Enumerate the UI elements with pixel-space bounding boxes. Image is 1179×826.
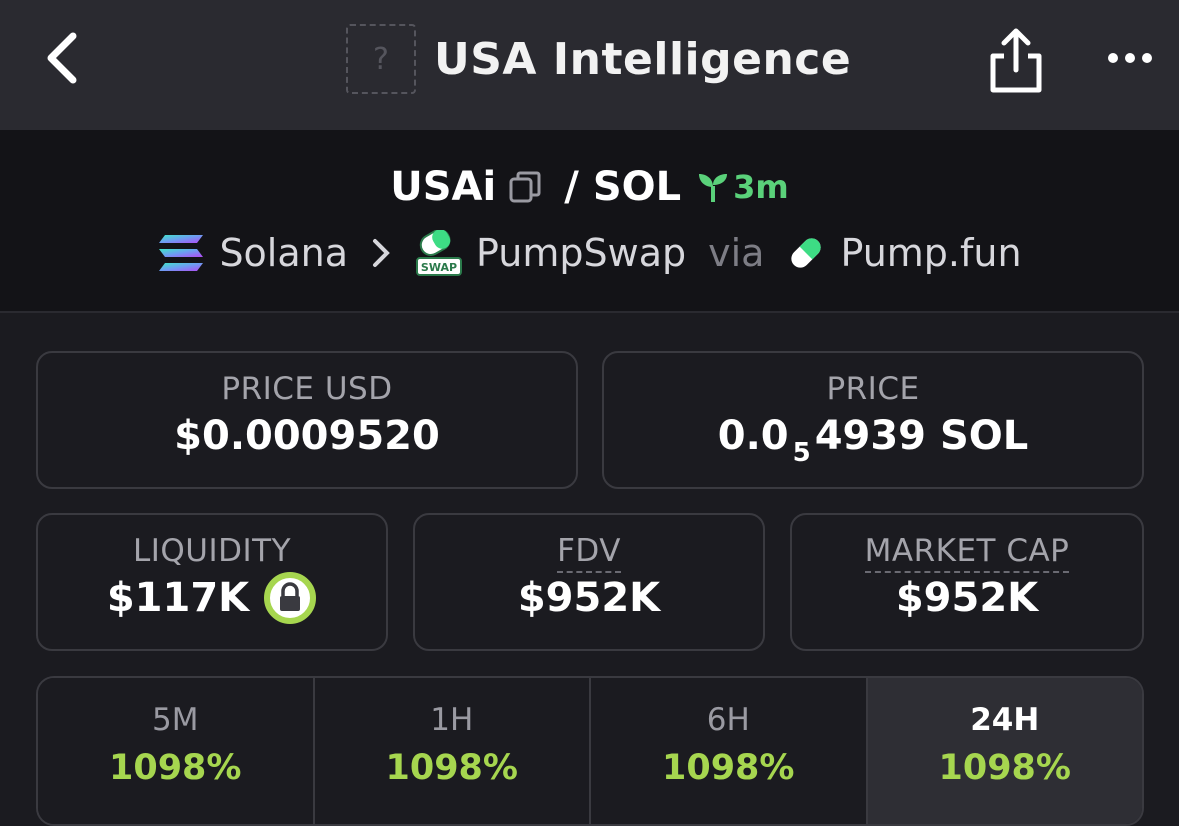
solana-icon (159, 235, 204, 271)
dex-name: PumpSwap (476, 231, 687, 275)
launchpad-name: Pump.fun (840, 231, 1022, 275)
price-usd-card: PRICE USD $0.0009520 (36, 351, 578, 489)
price-usd-value: $0.0009520 (174, 413, 440, 459)
share-button[interactable] (988, 26, 1044, 94)
dex-link[interactable]: SWAP PumpSwap (416, 230, 686, 276)
pair-base-symbol: USAi (390, 164, 497, 210)
share-icon (990, 28, 1042, 93)
change-label: 24H (970, 702, 1040, 738)
via-label: via (708, 231, 765, 275)
price-native-value: 0.0 5 4939 SOL (604, 413, 1142, 468)
change-label: 6H (706, 702, 750, 738)
pumpfun-icon (791, 238, 822, 268)
price-prefix: 0.0 (717, 413, 789, 459)
liquidity-card: LIQUIDITY $117K (36, 513, 388, 651)
more-icon (1108, 53, 1118, 63)
back-chevron-icon (47, 32, 77, 84)
price-zero-count: 5 (792, 438, 811, 468)
price-native-card: PRICE 0.0 5 4939 SOL (602, 351, 1144, 489)
pair-line: USAi / SOL 3m (0, 162, 1179, 212)
pumpswap-icon: SWAP (416, 230, 463, 276)
price-native-label: PRICE (826, 371, 920, 407)
market-cap-label[interactable]: MARKET CAP (864, 533, 1070, 573)
change-label: 5M (152, 702, 199, 738)
fdv-value: $952K (517, 575, 661, 621)
market-cap-value: $952K (895, 575, 1039, 621)
liquidity-value: $117K (106, 575, 250, 621)
swap-badge-text: SWAP (421, 261, 457, 274)
top-bar: ? USA Intelligence (0, 0, 1179, 130)
back-button[interactable] (36, 28, 86, 88)
pair-info: USAi / SOL 3m Solana SWAP PumpSwap via P… (0, 130, 1179, 313)
launchpad-link[interactable]: Pump.fun (786, 231, 1022, 275)
change-value: 1098% (109, 748, 242, 788)
change-value: 1098% (938, 748, 1071, 788)
pair-quote-symbol: SOL (592, 164, 682, 210)
change-label: 1H (430, 702, 474, 738)
price-change-tabs: 5M 1098% 1H 1098% 6H 1098% 24H 1098% (36, 676, 1144, 826)
tab-6h[interactable]: 6H 1098% (591, 678, 868, 824)
change-value: 1098% (385, 748, 518, 788)
tab-1h[interactable]: 1H 1098% (314, 678, 591, 824)
chain-link[interactable]: Solana (157, 231, 348, 275)
liquidity-label: LIQUIDITY (132, 533, 292, 569)
page-title: USA Intelligence (434, 33, 852, 85)
fdv-card: FDV $952K (413, 513, 765, 651)
copy-icon[interactable] (508, 170, 542, 204)
sprout-icon (699, 174, 728, 202)
header-title-group: ? USA Intelligence (346, 24, 851, 94)
token-logo-placeholder: ? (346, 24, 416, 94)
tab-24h[interactable]: 24H 1098% (867, 678, 1142, 824)
price-suffix: 4939 SOL (814, 413, 1029, 459)
price-usd-label: PRICE USD (221, 371, 393, 407)
pair-age: 3m (733, 168, 789, 206)
lock-icon[interactable] (263, 571, 317, 625)
market-cap-card: MARKET CAP $952K (790, 513, 1144, 651)
tab-5m[interactable]: 5M 1098% (38, 678, 315, 824)
chevron-right-icon (372, 238, 390, 268)
pair-separator: / (564, 164, 579, 210)
chain-name: Solana (219, 231, 349, 275)
more-button[interactable] (1100, 40, 1160, 76)
change-value: 1098% (662, 748, 795, 788)
fdv-label[interactable]: FDV (557, 533, 621, 573)
chain-dex-line: Solana SWAP PumpSwap via Pump.fun (0, 226, 1179, 280)
